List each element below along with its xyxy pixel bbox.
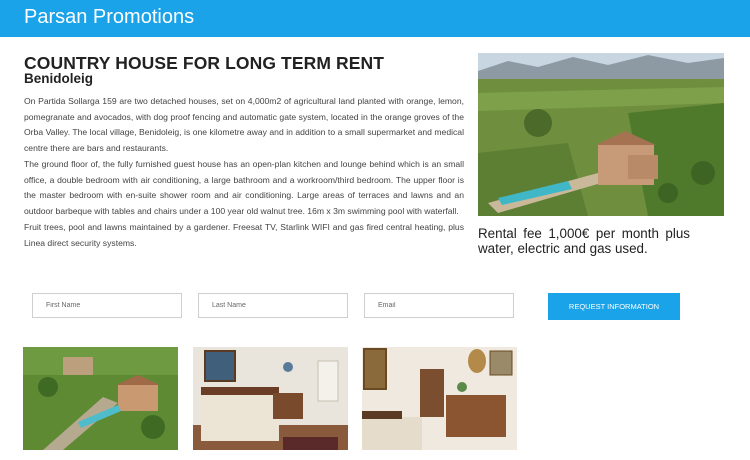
site-header: Parsan Promotions [0, 0, 750, 37]
listing-description-3: Fruit trees, pool and lawns maintained b… [24, 222, 464, 248]
last-name-input[interactable] [198, 293, 348, 318]
listing-description-2: The ground floor of, the fully furnished… [24, 159, 464, 216]
listing-location: Benidoleig [24, 71, 94, 86]
gallery-thumbnail-aerial[interactable] [23, 347, 178, 450]
first-name-input[interactable] [32, 293, 182, 318]
email-input[interactable] [364, 293, 514, 318]
request-information-button[interactable]: REQUEST INFORMATION [548, 293, 680, 320]
site-brand[interactable]: Parsan Promotions [24, 6, 194, 29]
gallery-thumbnail-office[interactable] [362, 347, 517, 450]
listing-description-1: On Partida Sollarga 159 are two detached… [24, 96, 464, 153]
gallery-thumbnail-bedroom[interactable] [193, 347, 348, 450]
rental-fee: Rental fee 1,000€ per month plus water, … [478, 226, 690, 256]
aerial-photo [478, 53, 724, 216]
